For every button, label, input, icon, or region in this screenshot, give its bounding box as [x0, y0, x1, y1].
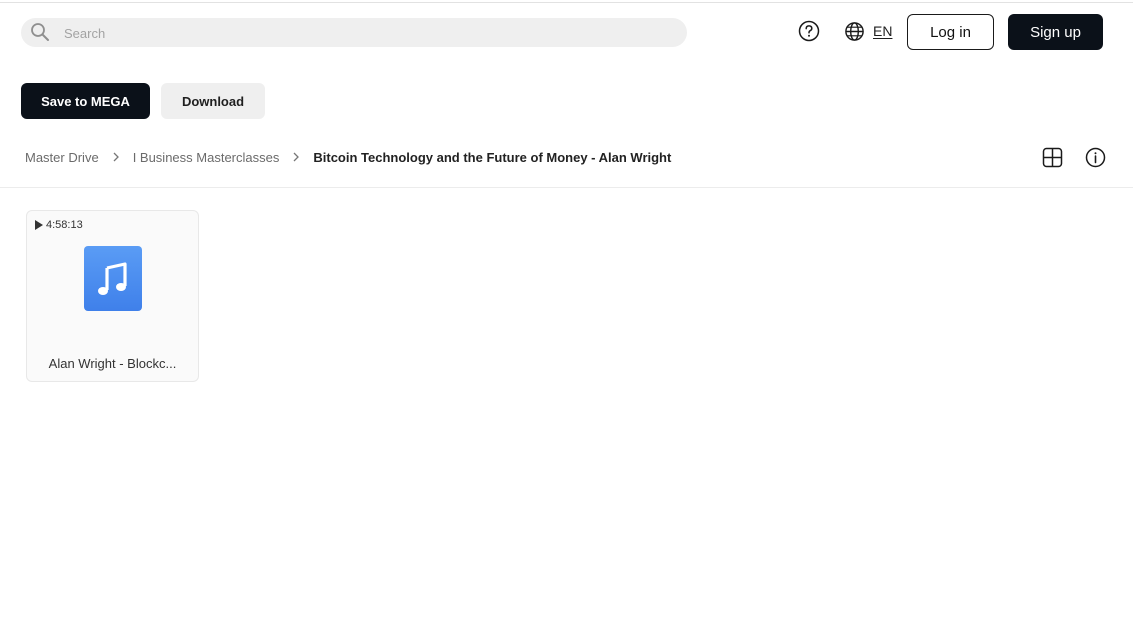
grid-view-icon[interactable]	[1042, 147, 1063, 168]
download-button[interactable]: Download	[161, 83, 265, 119]
top-border	[0, 2, 1133, 3]
search-input[interactable]	[64, 22, 664, 44]
info-icon[interactable]	[1085, 147, 1106, 168]
signup-button[interactable]: Sign up	[1008, 14, 1103, 50]
file-name: Alan Wright - Blockc...	[48, 356, 177, 371]
file-card[interactable]: 4:58:13 Alan Wright - Blockc...	[26, 210, 199, 382]
divider	[0, 187, 1133, 188]
search-bar[interactable]	[21, 18, 687, 47]
globe-icon	[845, 21, 864, 41]
chevron-right-icon	[113, 152, 119, 162]
save-to-mega-button[interactable]: Save to MEGA	[21, 83, 150, 119]
chevron-right-icon	[293, 152, 300, 162]
music-file-icon	[84, 246, 142, 311]
breadcrumb-item-current-folder: Bitcoin Technology and the Future of Mon…	[313, 149, 672, 165]
language-code[interactable]: EN	[873, 23, 892, 39]
help-icon[interactable]	[798, 20, 820, 42]
login-button[interactable]: Log in	[907, 14, 994, 50]
breadcrumb: Master Drive I Business Masterclasses Bi…	[25, 147, 671, 167]
language-selector[interactable]: EN	[844, 20, 892, 42]
duration-badge: 4:58:13	[35, 219, 83, 231]
breadcrumb-item-master-drive[interactable]: Master Drive	[25, 150, 99, 165]
breadcrumb-item-business-masterclasses[interactable]: I Business Masterclasses	[133, 150, 280, 165]
search-icon	[31, 23, 49, 41]
duration-text: 4:58:13	[46, 219, 83, 231]
play-icon	[35, 220, 43, 230]
